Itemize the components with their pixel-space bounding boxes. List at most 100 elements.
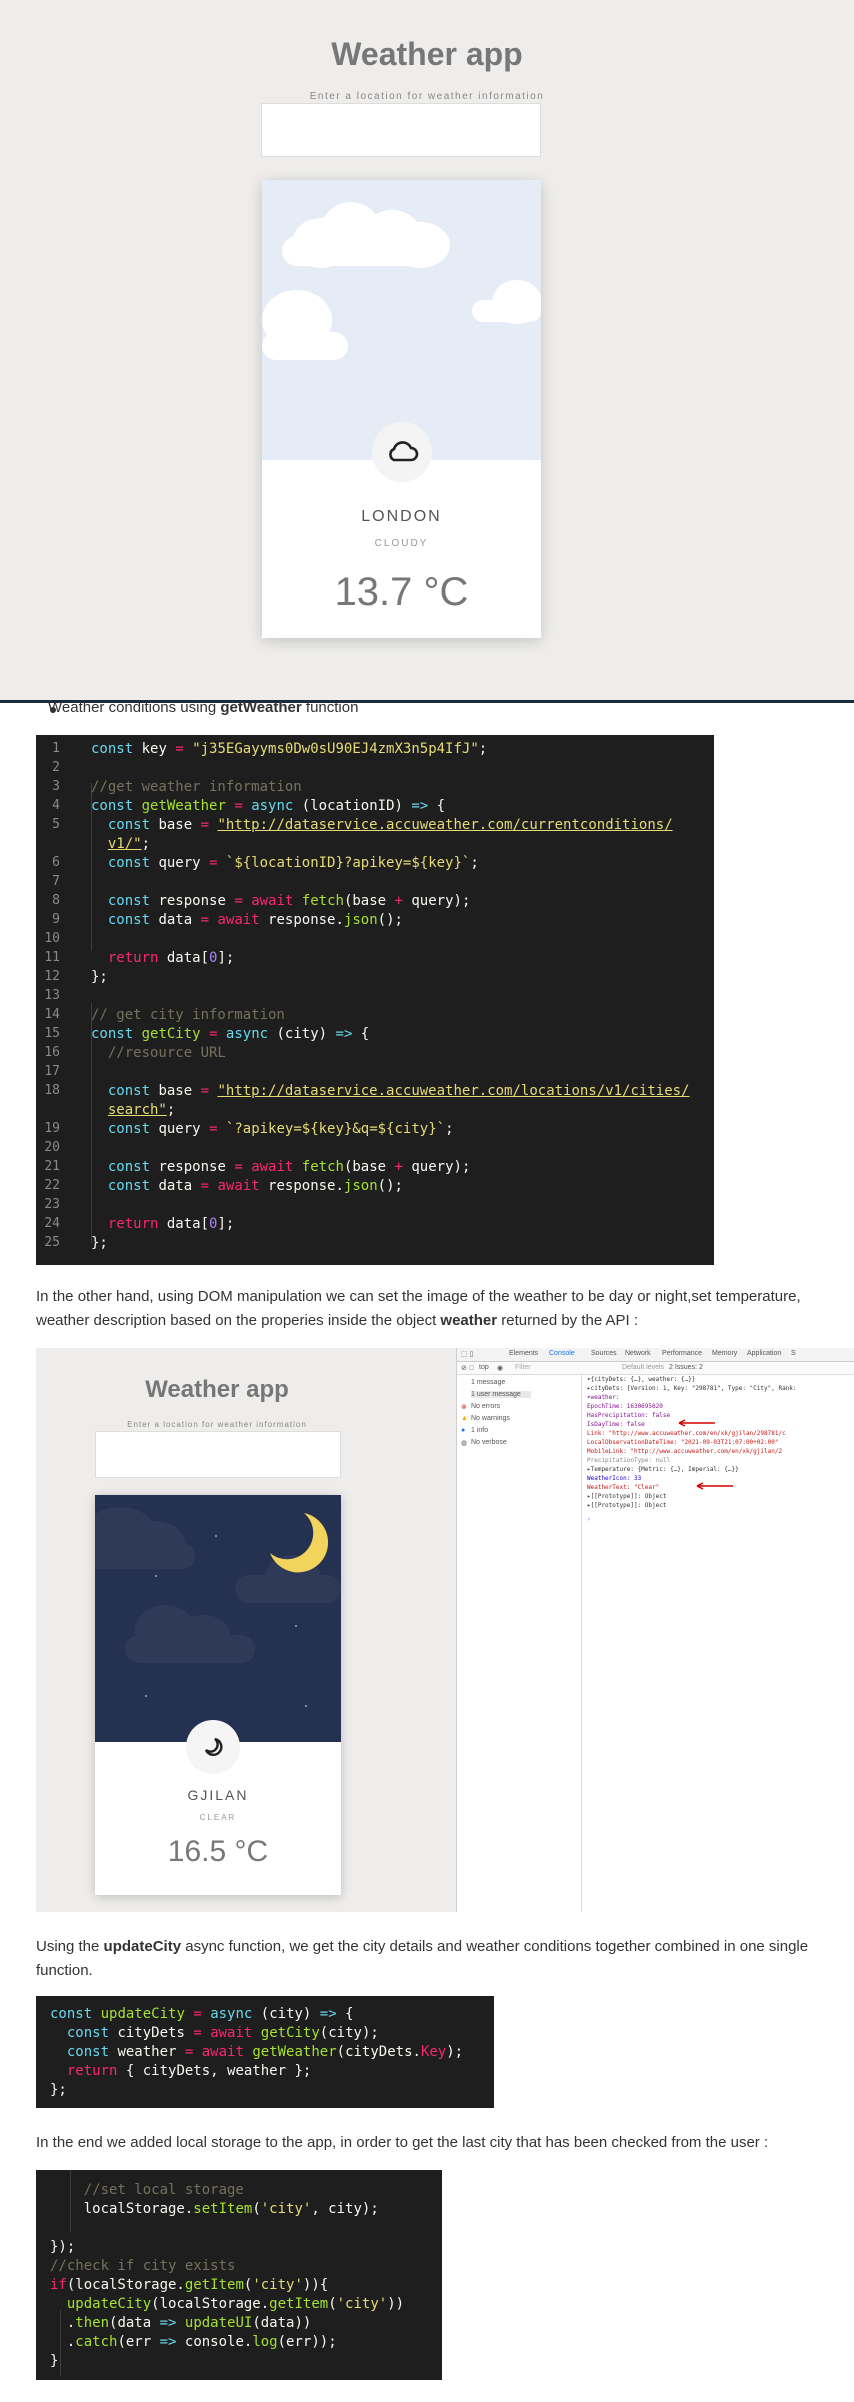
code-block-updatecity: const updateCity = async (city) => { con… [36,1996,494,2108]
moon-icon [270,1513,329,1573]
console-filter-input[interactable]: Filter [515,1364,531,1371]
console-line[interactable]: ▸cityDets: {Version: 1, Key: "298781", T… [587,1385,797,1392]
code-line: const cityDets = await getCity(city); [66,2025,379,2041]
location-input[interactable] [95,1431,341,1478]
weather-app-screenshot: Weather app Enter a location for weather… [0,0,854,703]
code-line: const query = `?apikey=${key}&q=${city}`… [107,1121,454,1137]
context-select[interactable]: top [479,1364,489,1371]
code-comment: //set local storage [50,2182,244,2198]
code-line: const base = "http://dataservice.accuwea… [107,817,673,833]
console-line: WeatherText: "Clear" [587,1484,660,1491]
sidebar-errors[interactable]: No errors [471,1403,500,1410]
temperature: 16.5 °C [167,1835,269,1868]
code-line: search"; [107,1102,176,1118]
console-line[interactable]: ▸Temperature: {Metric: {…}, Imperial: {…… [587,1466,739,1473]
code-comment: //get weather information [91,779,302,795]
code-comment: //check if city exists [50,2258,236,2274]
sidebar-info[interactable]: 1 info [471,1427,488,1434]
code-line: } [50,2353,59,2369]
inspect-icon[interactable]: ⬚ ▯ [461,1350,473,1358]
line-number: 21 [44,1159,60,1174]
code-line: const key = "j35EGayyms0Dw0sU90EJ4zmX3n5… [91,741,488,757]
tab-elements[interactable]: Elements [509,1350,538,1357]
sidebar-user-messages[interactable]: 1 user message [471,1391,531,1398]
console-prompt[interactable]: › [587,1516,591,1523]
issues-button[interactable]: 2 Issues: 2 [669,1364,703,1371]
line-number: 20 [44,1140,60,1155]
devtools-tabbar: ⬚ ▯ Elements Console Sources Network Per… [457,1348,854,1362]
line-number: 15 [44,1026,60,1041]
console-line[interactable]: ▸[[Prototype]]: Object [587,1493,666,1500]
code-line: const weather = await getWeather(cityDet… [66,2044,464,2060]
temperature: 13.7 °C [334,570,469,614]
code-line: }; [91,969,108,985]
line-number: 4 [52,798,60,813]
sidebar-verbose[interactable]: No verbose [471,1439,507,1446]
code-line: if(localStorage.getItem('city')){ [50,2277,329,2293]
app-title: Weather app [145,1376,289,1403]
console-line[interactable]: ▸[[Prototype]]: Object [587,1502,666,1509]
code-line: }; [91,1235,108,1251]
info-icon: ● [461,1427,466,1434]
code-line: }); [50,2239,76,2255]
line-number: 10 [44,931,60,946]
red-arrow-icon [696,1482,733,1490]
line-number: 18 [44,1083,60,1098]
moon-icon [186,1720,240,1774]
code-line: const data = await response.json(); [107,912,403,928]
location-input[interactable] [261,103,541,157]
weather-card: GJILAN CLEAR 16.5 °C [95,1495,341,1895]
code-line: updateCity(localStorage.getItem('city')) [66,2296,405,2312]
code-line: return data[0]; [107,1216,235,1232]
weather-card: LONDON CLOUDY 13.7 °C [262,180,541,638]
code-line: .catch(err => console.log(err)); [50,2334,337,2350]
tab-memory[interactable]: Memory [712,1350,737,1357]
console-line: MobileLink: "http://www.accuweather.com/… [587,1448,783,1455]
line-number: 24 [44,1216,60,1231]
sidebar-warnings[interactable]: No warnings [471,1415,510,1422]
line-number: 5 [52,817,60,832]
tab-performance[interactable]: Performance [662,1350,702,1357]
console-output: ▾{cityDets: {…}, weather: {…}} ▸cityDets… [587,1376,854,1576]
console-line[interactable]: ▾weather: [587,1394,620,1401]
code-line: localStorage.setItem('city', city); [50,2201,379,2217]
console-line[interactable]: ▾{cityDets: {…}, weather: {…}} [587,1376,695,1383]
tab-console[interactable]: Console [549,1350,575,1357]
code-line: v1/"; [107,836,151,852]
console-line: WeatherIcon: 33 [587,1475,642,1482]
line-number: 3 [52,779,60,794]
code-line: const updateCity = async (city) => { [50,2006,354,2022]
cloud-icon [372,422,432,482]
console-line: IsDayTime: false [587,1421,645,1428]
log-levels-select[interactable]: Default levels [622,1364,664,1371]
code-line: const getWeather = async (locationID) =>… [91,798,446,814]
eye-icon[interactable]: ◉ [497,1364,503,1372]
line-number: 16 [44,1045,60,1060]
line-number: 13 [44,988,60,1003]
tab-sources[interactable]: Sources [591,1350,617,1357]
sidebar-messages[interactable]: 1 message [471,1379,505,1386]
day-sky-image [262,180,541,460]
tab-network[interactable]: Network [625,1350,651,1357]
location-hint: Enter a location for weather information [309,91,545,102]
tab-application[interactable]: Application [747,1350,781,1357]
line-number: 9 [52,912,60,927]
line-number: 7 [52,874,60,889]
line-number: 22 [44,1178,60,1193]
code-comment: //resource URL [91,1045,226,1061]
night-sky-image [95,1495,341,1742]
tab-more[interactable]: S [791,1350,796,1357]
weather-description: CLEAR [199,1813,237,1822]
paragraph-dom-line1: In the other hand, using DOM manipulatio… [36,1288,801,1305]
paragraph-updatecity-line1: Using the updateCity async function, we … [36,1938,809,1955]
line-number: 8 [52,893,60,908]
code-line: const data = await response.json(); [107,1178,403,1194]
console-sidebar: 1 message 1 user message ⊗ No errors ▲ N… [457,1375,582,1912]
line-number: 6 [52,855,60,870]
paragraph-localstorage: In the end we added local storage to the… [36,2134,769,2151]
code-line: return data[0]; [107,950,235,966]
verbose-icon: ◍ [461,1440,468,1447]
warning-icon: ▲ [461,1415,468,1422]
code-line: const response = await fetch(base + quer… [107,893,471,909]
clear-console-icon[interactable]: ⊘ ⃠ [461,1364,474,1372]
